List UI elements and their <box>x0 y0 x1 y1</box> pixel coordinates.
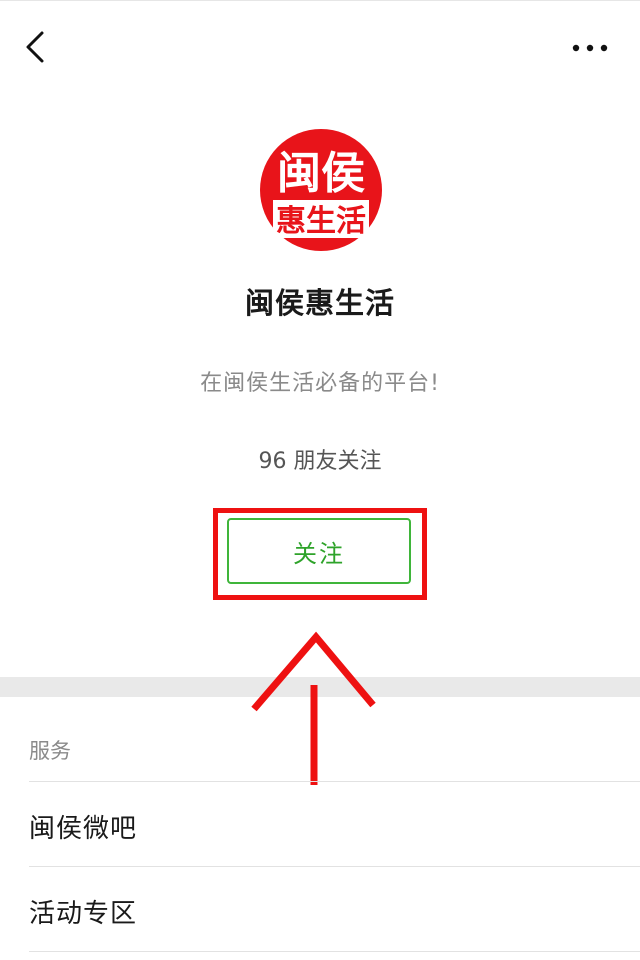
account-name: 闽侯惠生活 <box>244 286 395 320</box>
divider <box>29 781 640 782</box>
top-bar <box>0 0 640 93</box>
ellipsis-icon <box>572 44 608 52</box>
divider <box>29 866 640 867</box>
follow-button[interactable]: 关注 <box>227 518 411 584</box>
logo-text-bottom: 惠生活 <box>276 204 366 239</box>
service-item-weiba[interactable]: 闽侯微吧 <box>29 808 137 845</box>
account-logo: 闽侯 惠生活 <box>259 128 383 252</box>
chevron-left-icon <box>26 31 44 63</box>
divider <box>29 951 640 952</box>
service-item-activities[interactable]: 活动专区 <box>29 893 137 930</box>
logo-text-top: 闽侯 <box>277 148 365 199</box>
followers-count: 96 朋友关注 <box>258 449 382 474</box>
services-header: 服务 <box>29 739 71 763</box>
account-description: 在闽侯生活必备的平台! <box>200 371 440 396</box>
back-button[interactable] <box>18 27 54 67</box>
up-arrow-annotation <box>251 631 376 785</box>
more-button[interactable] <box>566 33 614 63</box>
